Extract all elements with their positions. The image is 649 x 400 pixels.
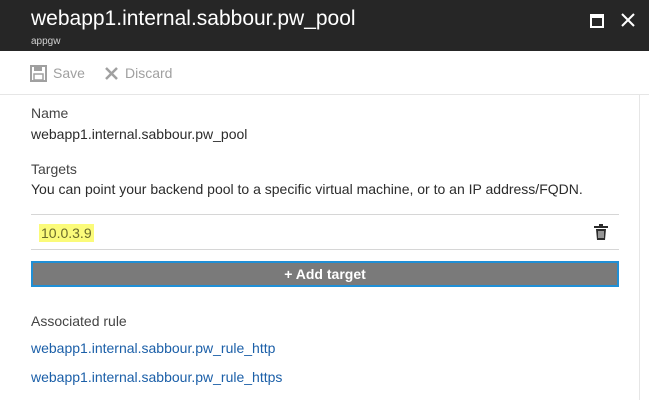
header-divider (0, 94, 649, 95)
command-bar: Save Discard (0, 51, 649, 95)
trash-icon[interactable] (594, 224, 608, 240)
blade-subtitle: appgw (31, 36, 61, 47)
close-icon (105, 66, 118, 80)
discard-label: Discard (125, 65, 173, 81)
maximize-button[interactable] (587, 10, 607, 30)
name-label: Name (31, 105, 69, 121)
blade-edge-line (639, 95, 640, 400)
targets-description: You can point your backend pool to a spe… (31, 181, 583, 197)
target-input[interactable]: 10.0.3.9 (39, 224, 94, 242)
targets-label: Targets (31, 161, 77, 177)
save-icon (30, 64, 47, 82)
target-row: 10.0.3.9 (31, 214, 619, 250)
blade-header: webapp1.internal.sabbour.pw_pool appgw (0, 0, 649, 51)
save-label: Save (53, 65, 85, 81)
rule-link-https[interactable]: webapp1.internal.sabbour.pw_rule_https (31, 369, 282, 385)
associated-rule-label: Associated rule (31, 313, 127, 329)
close-button[interactable] (618, 10, 638, 30)
save-button[interactable]: Save (30, 63, 85, 83)
name-value: webapp1.internal.sabbour.pw_pool (31, 126, 248, 142)
close-icon (621, 13, 635, 27)
discard-button[interactable]: Discard (104, 63, 172, 83)
maximize-icon (590, 14, 604, 28)
add-target-button[interactable]: + Add target (31, 261, 619, 287)
blade-title: webapp1.internal.sabbour.pw_pool (31, 7, 356, 30)
rule-link-http[interactable]: webapp1.internal.sabbour.pw_rule_http (31, 340, 275, 356)
